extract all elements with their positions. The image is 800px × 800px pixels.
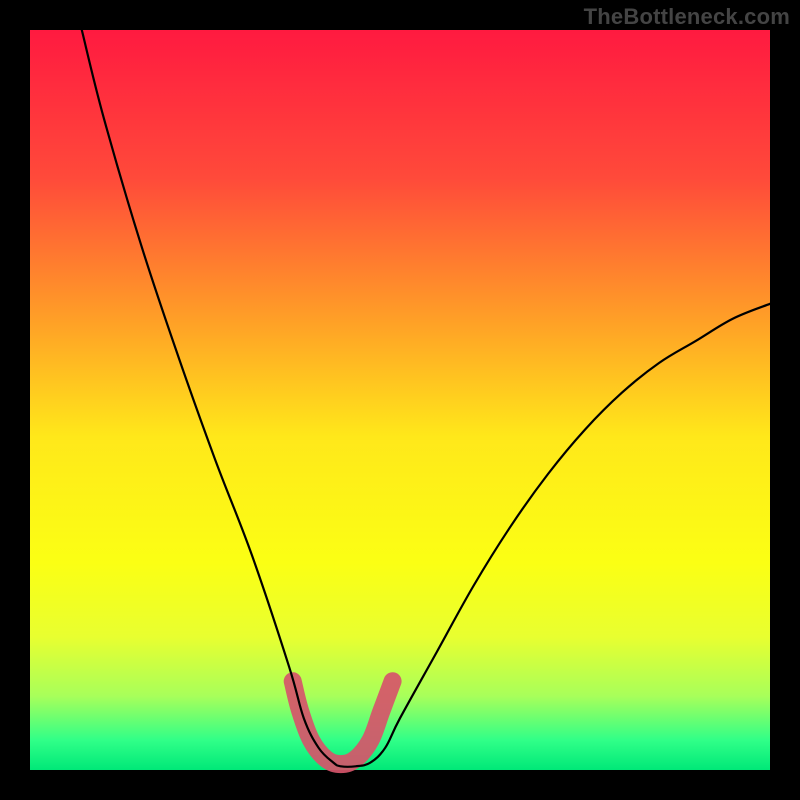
plot-background [30,30,770,770]
bottleneck-chart [0,0,800,800]
chart-stage: TheBottleneck.com [0,0,800,800]
